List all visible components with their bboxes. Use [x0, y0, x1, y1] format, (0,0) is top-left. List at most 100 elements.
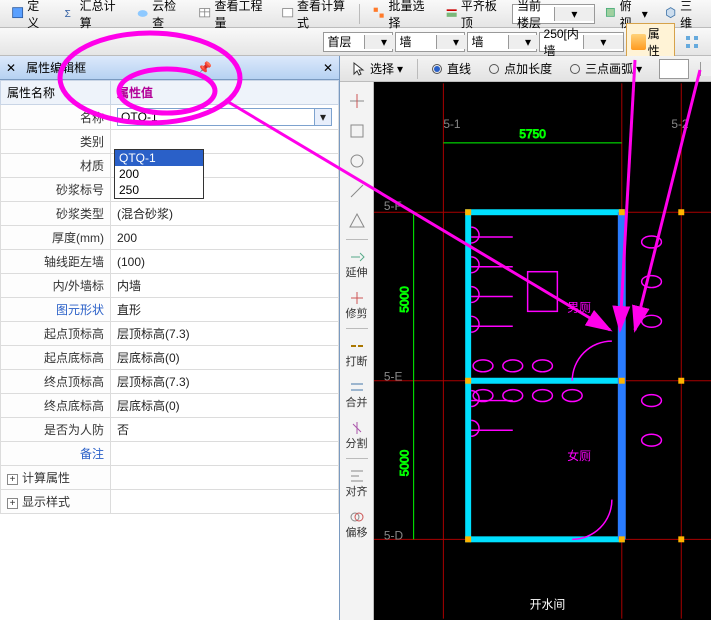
expand-icon[interactable]: +: [7, 498, 18, 509]
view-formula-button[interactable]: 查看计算式: [274, 0, 355, 34]
svg-text:5-F: 5-F: [384, 199, 402, 213]
name-dropdown-list[interactable]: QTQ-1 200 250: [114, 149, 204, 199]
row-axisdist-value[interactable]: (100): [111, 250, 339, 274]
separator: [417, 59, 418, 79]
define-button[interactable]: 定义: [4, 0, 54, 34]
category2-combo[interactable]: 墙▾: [467, 32, 537, 52]
offset-vtool[interactable]: 偏移: [344, 505, 370, 542]
merge-vtool[interactable]: 合并: [344, 375, 370, 412]
split-vtool[interactable]: 分割: [344, 416, 370, 453]
top-view-icon: [604, 6, 617, 22]
col-name-header: 属性名称: [1, 81, 111, 105]
svg-text:男厕: 男厕: [567, 300, 591, 314]
row-starttop-label: 起点顶标高: [1, 322, 111, 346]
sigma-icon: Σ: [63, 6, 76, 22]
vtool-2[interactable]: [344, 118, 370, 144]
define-icon: [11, 6, 24, 22]
formula-icon: [281, 6, 294, 22]
vtool-1[interactable]: [344, 88, 370, 114]
row-name-value[interactable]: ▾: [111, 105, 339, 130]
more-tool-button[interactable]: [677, 31, 707, 53]
chevron-down-icon[interactable]: ▾: [583, 35, 623, 49]
grid-icon: [684, 34, 700, 50]
svg-text:5750: 5750: [519, 127, 546, 141]
svg-text:5-E: 5-E: [384, 370, 403, 384]
drawing-toolbar: 选择▾ 直线 点加长度 三点画弧▾ ▾: [340, 56, 711, 82]
row-mortartype-value[interactable]: (混合砂浆): [111, 202, 339, 226]
row-inout-value[interactable]: 内墙: [111, 274, 339, 298]
chevron-down-icon[interactable]: ▾: [700, 62, 711, 76]
row-remark-value[interactable]: [111, 442, 339, 466]
extend-vtool[interactable]: 延伸: [344, 245, 370, 282]
svg-text:5000: 5000: [398, 449, 412, 476]
cursor-icon: [351, 61, 367, 77]
select-tool[interactable]: 选择▾: [344, 57, 410, 80]
sum-calc-button[interactable]: Σ 汇总计算: [56, 0, 126, 34]
batch-select-label: 批量选择: [388, 0, 428, 31]
view-qty-label: 查看工程量: [214, 0, 264, 31]
close-icon[interactable]: ✕: [6, 61, 16, 75]
svg-text:5-1: 5-1: [443, 117, 461, 131]
svg-text:5-D: 5-D: [384, 528, 403, 542]
flatten-top-button[interactable]: 平齐板顶: [438, 0, 508, 34]
expand-icon[interactable]: +: [7, 474, 18, 485]
dropdown-item[interactable]: 250: [115, 182, 203, 198]
row-calcattr-label[interactable]: +计算属性: [1, 466, 111, 490]
row-startbot-label: 起点底标高: [1, 346, 111, 370]
row-endbot-value[interactable]: 层底标高(0): [111, 394, 339, 418]
view-formula-label: 查看计算式: [297, 0, 347, 31]
row-thickness-label: 厚度(mm): [1, 226, 111, 250]
properties-button[interactable]: 属性: [626, 23, 675, 61]
chevron-down-icon[interactable]: ▾: [554, 7, 594, 21]
row-shape-value[interactable]: 直形: [111, 298, 339, 322]
category1-combo[interactable]: 墙▾: [395, 32, 465, 52]
row-mortarno-label: 砂浆标号: [1, 178, 111, 202]
svg-text:5-2: 5-2: [671, 117, 688, 131]
svg-text:5000: 5000: [398, 286, 412, 313]
vtool-5[interactable]: [344, 208, 370, 234]
property-grid: 属性名称属性值 名称 ▾ 类别 材质 砂浆标号(M5.0) 砂浆类型(混合砂浆)…: [0, 80, 339, 514]
extend-tool[interactable]: 点加长度: [482, 57, 559, 80]
sum-calc-label: 汇总计算: [80, 0, 120, 31]
pin-icon[interactable]: 📌: [197, 61, 212, 75]
row-defense-value[interactable]: 否: [111, 418, 339, 442]
current-floor-combo[interactable]: 当前楼层▾: [512, 4, 595, 24]
line-tool[interactable]: 直线: [425, 57, 478, 80]
arc-combo[interactable]: ▾: [659, 59, 689, 79]
floor-combo[interactable]: 首层▾: [323, 32, 393, 52]
panel-title-bar: ✕ 属性编辑框 📌 ✕: [0, 56, 339, 80]
dropdown-button[interactable]: ▾: [314, 108, 332, 126]
radio-icon: [570, 64, 580, 74]
vtool-4[interactable]: [344, 178, 370, 204]
row-starttop-value[interactable]: 层顶标高(7.3): [111, 322, 339, 346]
cube-icon: [664, 6, 677, 22]
row-thickness-value[interactable]: 200: [111, 226, 339, 250]
dropdown-item[interactable]: 200: [115, 166, 203, 182]
vtool-3[interactable]: [344, 148, 370, 174]
radio-icon: [489, 64, 499, 74]
wall-type-combo[interactable]: 250[内墙▾: [539, 32, 624, 52]
define-label: 定义: [27, 0, 47, 31]
arc-tool[interactable]: 三点画弧▾: [563, 57, 649, 80]
main-toolbar: 定义 Σ汇总计算 云检查 查看工程量 查看计算式 批量选择 平齐板顶 当前楼层▾…: [0, 0, 711, 28]
dropdown-item[interactable]: QTQ-1: [115, 150, 203, 166]
trim-vtool[interactable]: 修剪: [344, 286, 370, 323]
flatten-top-label: 平齐板顶: [461, 0, 501, 31]
property-panel: ✕ 属性编辑框 📌 ✕ 属性名称属性值 名称 ▾ 类别 材质 砂浆标号(M5.0…: [0, 56, 340, 620]
row-endtop-value[interactable]: 层顶标高(7.3): [111, 370, 339, 394]
close-icon[interactable]: ✕: [323, 61, 333, 75]
drawing-canvas[interactable]: 5750 5000 5000 5-1 5-2 5-F 5-E: [374, 82, 711, 620]
row-startbot-value[interactable]: 层底标高(0): [111, 346, 339, 370]
break-vtool[interactable]: 打断: [344, 334, 370, 371]
row-name-label: 名称: [1, 105, 111, 130]
row-dispstyle-label[interactable]: +显示样式: [1, 490, 111, 514]
name-input[interactable]: [117, 108, 315, 126]
cloud-check-button[interactable]: 云检查: [129, 0, 189, 34]
svg-text:Σ: Σ: [65, 8, 71, 19]
cloud-icon: [136, 6, 149, 22]
radio-icon: [432, 64, 442, 74]
batch-select-button[interactable]: 批量选择: [365, 0, 435, 34]
align-vtool[interactable]: 对齐: [344, 464, 370, 501]
view-qty-button[interactable]: 查看工程量: [191, 0, 272, 34]
batch-icon: [372, 6, 385, 22]
